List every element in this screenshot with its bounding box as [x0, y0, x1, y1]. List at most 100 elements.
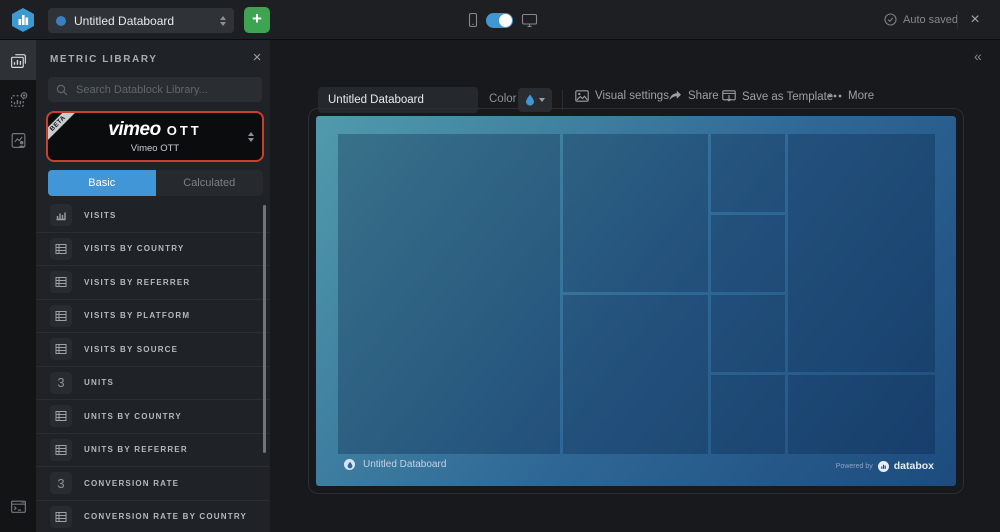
- source-name-label: Vimeo OTT: [130, 143, 180, 154]
- list-item-conversion-rate[interactable]: 3 CONVERSION RATE: [36, 467, 270, 501]
- search-icon: [56, 84, 68, 95]
- datablock-placeholder[interactable]: [711, 375, 785, 454]
- list-item-visits[interactable]: VISITS: [36, 199, 270, 233]
- desktop-icon[interactable]: [521, 13, 538, 28]
- datablock-placeholder[interactable]: [711, 134, 785, 212]
- list-item-visits-by-source[interactable]: VISITS BY SOURCE: [36, 333, 270, 367]
- source-selector-vimeo-ott[interactable]: BETA vimeo OTT Vimeo OTT: [46, 111, 264, 162]
- metric-label: VISITS: [84, 210, 117, 220]
- ott-wordmark: OTT: [166, 123, 202, 138]
- selector-updown-icon: [220, 15, 226, 26]
- metric-label: VISITS BY PLATFORM: [84, 311, 191, 321]
- more-button[interactable]: More: [828, 90, 874, 102]
- metric-label: VISITS BY REFERRER: [84, 277, 191, 287]
- databox-brand-icon: [877, 460, 889, 472]
- rail-item-metric-library[interactable]: [0, 40, 36, 80]
- metric-label: UNITS BY COUNTRY: [84, 411, 182, 421]
- table-icon: [50, 271, 72, 294]
- mobile-icon[interactable]: [468, 12, 478, 28]
- more-label: More: [848, 90, 875, 102]
- rail-item-account-insights[interactable]: [0, 120, 36, 160]
- tab-basic[interactable]: Basic: [48, 170, 156, 196]
- tab-calculated[interactable]: Calculated: [155, 170, 263, 196]
- rail-item-query-console[interactable]: [0, 486, 36, 526]
- datablock-placeholder[interactable]: [711, 215, 785, 292]
- image-icon: [575, 90, 589, 102]
- device-preview-toggle-group: [468, 12, 538, 28]
- metric-label: VISITS BY COUNTRY: [84, 244, 185, 254]
- metric-label: UNITS BY REFERRER: [84, 445, 188, 455]
- metric-list: VISITS VISITS BY COUNTRY VISITS BY REFER…: [36, 199, 270, 532]
- metric-type-tabs: Basic Calculated: [48, 170, 263, 196]
- add-databoard-button[interactable]: +: [244, 7, 270, 33]
- source-logo-group: vimeo OTT Vimeo OTT: [48, 113, 262, 160]
- powered-by-group: Powered by databox: [836, 460, 934, 472]
- table-icon: [50, 304, 72, 327]
- main-area: « Color Visual settings Share: [270, 40, 1000, 532]
- toggle-knob: [499, 13, 512, 27]
- table-icon: [50, 505, 72, 528]
- more-dots-icon: [828, 94, 842, 98]
- topbar-divider: [957, 11, 958, 29]
- visual-settings-label: Visual settings: [595, 90, 669, 102]
- databoard-canvas[interactable]: Untitled Databoard Powered by databox: [316, 116, 956, 486]
- device-toggle[interactable]: [486, 12, 513, 28]
- board-droplet-icon: [344, 459, 355, 470]
- check-circle-icon: [884, 13, 897, 26]
- panel-title: METRIC LIBRARY: [50, 54, 158, 65]
- table-icon: [50, 338, 72, 361]
- datablock-placeholder[interactable]: [788, 134, 935, 372]
- powered-by-label: Powered by: [835, 462, 873, 470]
- list-item-visits-by-country[interactable]: VISITS BY COUNTRY: [36, 233, 270, 266]
- datablock-placeholder[interactable]: [788, 375, 935, 454]
- number-icon: 3: [50, 472, 72, 495]
- search-box: [48, 77, 262, 102]
- table-icon: [50, 438, 72, 461]
- vimeo-wordmark: vimeo: [108, 119, 161, 140]
- source-updown-icon: [248, 131, 254, 142]
- droplet-icon: [526, 94, 534, 106]
- list-item-units[interactable]: 3 UNITS: [36, 367, 270, 400]
- board-selector-value: Untitled Databoard: [74, 13, 175, 28]
- list-item-units-by-referrer[interactable]: UNITS BY REFERRER: [36, 434, 270, 467]
- datablock-placeholder[interactable]: [711, 295, 785, 372]
- metric-label: UNITS: [84, 378, 114, 388]
- databox-logo-icon[interactable]: [10, 7, 36, 33]
- left-rail: [0, 40, 36, 532]
- toolbar-divider: [562, 90, 563, 110]
- save-as-template-label: Save as Template: [742, 90, 834, 103]
- datablock-placeholder[interactable]: [338, 134, 560, 454]
- list-item-visits-by-platform[interactable]: VISITS BY PLATFORM: [36, 300, 270, 333]
- metric-library-panel: METRIC LIBRARY × BETA vimeo OTT Vimeo OT…: [36, 40, 270, 532]
- collapse-panel-button[interactable]: «: [974, 48, 982, 64]
- close-editor-button[interactable]: ×: [964, 9, 986, 31]
- datablock-placeholder[interactable]: [563, 295, 708, 454]
- chart-person-icon: [11, 132, 25, 148]
- share-button[interactable]: Share: [668, 90, 719, 102]
- number-icon: 3: [50, 371, 72, 394]
- save-as-template-button[interactable]: Save as Template: [722, 90, 833, 103]
- list-item-visits-by-referrer[interactable]: VISITS BY REFERRER: [36, 266, 270, 300]
- list-item-conversion-rate-by-country[interactable]: CONVERSION RATE BY COUNTRY: [36, 501, 270, 532]
- custom-datablock-icon: [10, 91, 27, 107]
- autosave-status: Auto saved: [884, 13, 958, 26]
- chevron-down-icon: [539, 98, 545, 102]
- table-icon: [50, 405, 72, 428]
- visual-settings-button[interactable]: Visual settings: [575, 90, 669, 102]
- list-item-units-by-country[interactable]: UNITS BY COUNTRY: [36, 400, 270, 434]
- rail-item-custom-datablock[interactable]: [0, 80, 36, 120]
- metric-label: CONVERSION RATE: [84, 478, 180, 488]
- color-label: Color: [489, 93, 517, 105]
- list-scrollbar[interactable]: [263, 205, 266, 453]
- vimeo-ott-logo: vimeo OTT: [108, 119, 201, 141]
- metric-label: CONVERSION RATE BY COUNTRY: [84, 512, 248, 522]
- panel-close-button[interactable]: ×: [248, 49, 266, 67]
- bar-chart-icon: [50, 204, 72, 227]
- search-input[interactable]: [74, 82, 254, 97]
- datablock-placeholder[interactable]: [563, 134, 708, 292]
- table-icon: [50, 237, 72, 260]
- app-window: Untitled Databoard + Auto saved × METRIC…: [0, 0, 1000, 532]
- board-selector-dropdown[interactable]: Untitled Databoard: [48, 8, 234, 33]
- share-label: Share: [688, 90, 719, 102]
- metric-label: VISITS BY SOURCE: [84, 344, 179, 354]
